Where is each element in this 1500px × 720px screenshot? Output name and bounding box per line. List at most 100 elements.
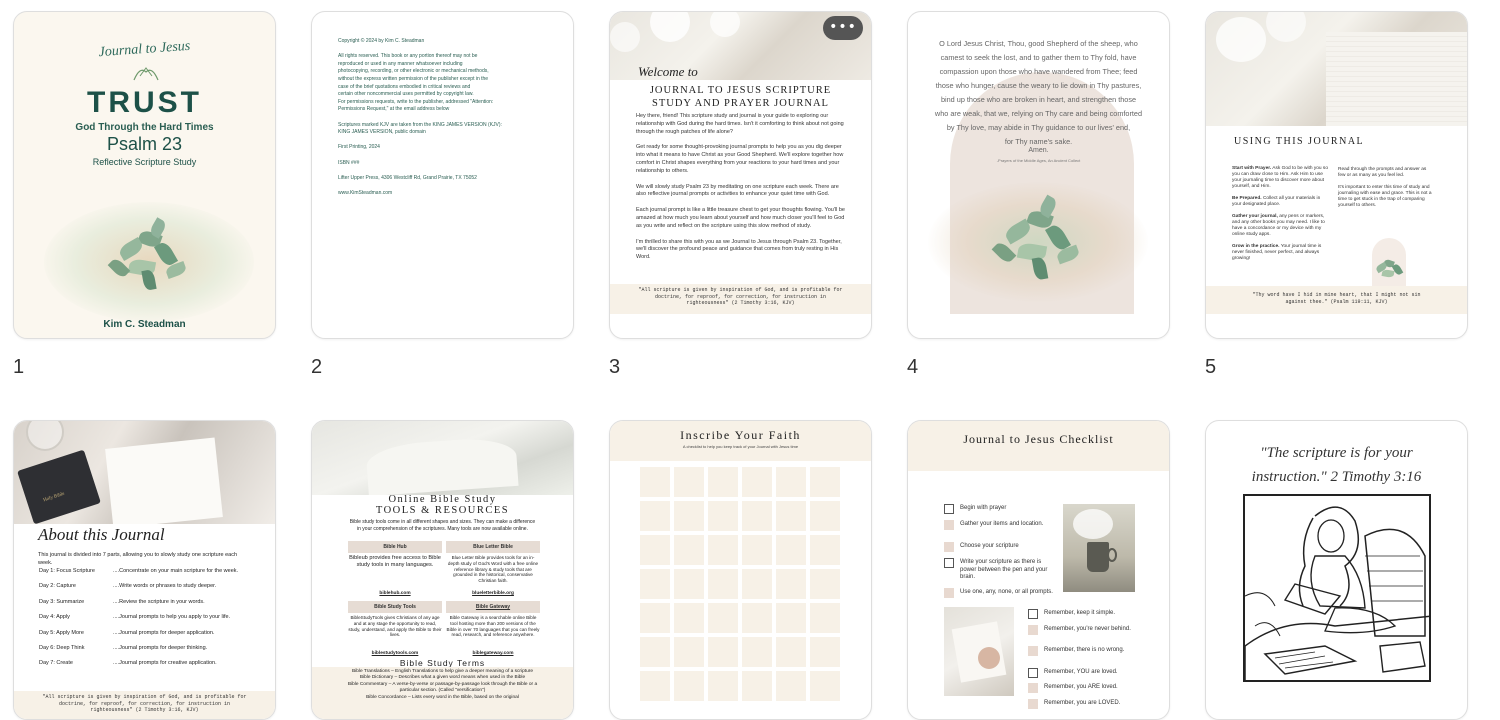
tracking-day-cell: [708, 501, 738, 531]
tool-header: Bible Hub: [348, 541, 442, 553]
using-item: Grow in the practice. Your journal time …: [1232, 244, 1330, 262]
tracking-day-cell: [708, 535, 738, 565]
checklist-item-label: Remember, you ARE loved.: [1044, 684, 1118, 690]
tracking-day-cell: [708, 569, 738, 599]
tracking-day-cell: [776, 501, 806, 531]
more-options-button[interactable]: •••: [823, 16, 863, 40]
checkbox[interactable]: [944, 558, 954, 568]
checkbox[interactable]: [944, 520, 954, 530]
copyright-line: First Printing, 2024: [338, 144, 380, 151]
checkbox[interactable]: [1028, 609, 1038, 619]
copyright-line: [338, 114, 553, 122]
journal-writing-photo: [944, 607, 1014, 696]
tracking-day-cell: [810, 535, 840, 565]
tracking-day-cell: [640, 501, 670, 531]
checkbox[interactable]: [1028, 667, 1038, 678]
checklist-item-label: Remember, you're never behind.: [1044, 625, 1131, 632]
tool-description: Blue Letter Bible provides tools for an …: [447, 555, 539, 584]
cover-psalm: Psalm 23: [106, 134, 183, 154]
page-thumbnail-6[interactable]: Holy Bible About this Journal This journ…: [13, 420, 276, 720]
term-item: Bible Concordance – Lists every word in …: [366, 694, 519, 700]
page-thumbnail-1[interactable]: Journal to Jesus TRUST God Through the H…: [13, 11, 276, 339]
page-thumbnail-9[interactable]: Journal to Jesus Checklist Begin with pr…: [907, 420, 1170, 720]
checkbox[interactable]: [1028, 698, 1038, 709]
prayer-line: compassion upon those who have wandered …: [939, 67, 1138, 76]
page-thumbnail-7[interactable]: Online Bible Study TOOLS & RESOURCES Bib…: [311, 420, 574, 720]
tracking-day-cell: [810, 671, 840, 701]
checkbox[interactable]: [944, 588, 954, 598]
checkbox[interactable]: [1028, 646, 1038, 656]
tracking-day-cell: [810, 569, 840, 599]
page-thumbnail-2[interactable]: Copyright © 2024 by Kim C. Steadman All r…: [311, 11, 574, 339]
checklist-item-label: Write your scripture as there is power b…: [960, 559, 1048, 580]
tool-link[interactable]: biblegateway.com: [446, 651, 540, 656]
tracking-day-cell: [742, 637, 772, 667]
day-label: Day 2: Capture: [39, 583, 76, 590]
day-row: Day 1: Focus Scripture ....Concentrate on…: [39, 568, 259, 583]
page-thumbnail-3[interactable]: ••• Welcome to JOURNAL TO JESUS SCRIPTUR…: [609, 11, 872, 339]
checklist-item-label: Gather your items and location.: [960, 521, 1044, 527]
day-row: Day 2: Capture ....Write words or phrases…: [39, 583, 259, 598]
woman-reading-line-art: [1245, 506, 1429, 680]
inscribe-subheading: A checklist to help you keep track of yo…: [682, 444, 799, 449]
day-desc: ....Concentrate on your main scripture f…: [113, 568, 239, 574]
page-thumbnail-10[interactable]: "The scripture is for your instruction."…: [1205, 420, 1468, 720]
day-label: Day 4: Apply: [39, 614, 70, 621]
checkbox[interactable]: [944, 504, 954, 514]
about-days-list: Day 1: Focus Scripture ....Concentrate on…: [39, 568, 259, 676]
tool-header: Bible Gateway: [446, 601, 540, 613]
page-thumbnail-4[interactable]: O Lord Jesus Christ, Thou, good Shepherd…: [907, 11, 1170, 339]
copyright-line: certain other noncommercial uses permitt…: [338, 91, 474, 98]
checkbox[interactable]: [944, 542, 954, 552]
tracking-day-cell: [742, 603, 772, 633]
checklist-item-label: Remember, there is no wrong.: [1044, 647, 1125, 653]
tracking-day-cell: [776, 535, 806, 565]
cover-subtitle: God Through the Hard Times: [75, 122, 214, 133]
tracking-day-cell: [708, 467, 738, 497]
tracking-day-cell: [640, 603, 670, 633]
copyright-line: [338, 46, 553, 54]
tracking-day-cell: [776, 671, 806, 701]
day-label: Day 1: Focus Scripture: [39, 568, 95, 574]
page-thumbnail-5[interactable]: USING THIS JOURNAL Start with Prayer. As…: [1205, 11, 1468, 339]
tool-link[interactable]: biblestudytools.com: [348, 651, 442, 656]
tool-link[interactable]: biblehub.com: [348, 591, 442, 596]
day-row: Day 5: Apply More ....Journal prompts for…: [39, 630, 259, 645]
day-row: Day 6: Deep Think ....Journal prompts for…: [39, 645, 259, 660]
tracking-day-cell: [742, 501, 772, 531]
checkbox[interactable]: [1028, 683, 1038, 693]
copyright-line: Scriptures marked KJV are taken from the…: [338, 121, 502, 128]
day-row: Day 4: Apply ....Journal prompts to help …: [39, 614, 259, 629]
tracking-day-cell: [674, 637, 704, 667]
term-item: Bible Commentary – A verse-by-verse or p…: [347, 681, 538, 694]
copyright-line: [338, 182, 553, 190]
copyright-line: For permissions requests, write to the p…: [338, 98, 494, 105]
using-item: Start with Prayer. Ask God to be with yo…: [1232, 166, 1330, 190]
using-item-bold: Gather your journal,: [1232, 214, 1278, 219]
eucalyptus-illustration: [1372, 252, 1412, 282]
checkbox[interactable]: [1028, 624, 1038, 635]
checklist-item-label: Remember, you are LOVED.: [1044, 699, 1121, 706]
checklist-item-label: Remember, keep it simple.: [1044, 610, 1116, 616]
terms-list: Bible Translations – English Translation…: [344, 669, 541, 701]
tracking-day-cell: [674, 467, 704, 497]
prayer-line: by Thy love, may abide in Thy guidance t…: [946, 123, 1131, 132]
page-thumbnail-8[interactable]: Inscribe Your Faith A checklist to help …: [609, 420, 872, 720]
welcome-footer-band: "All scripture is given by inspiration o…: [610, 284, 871, 314]
using-footer-quote: "Thy word have I hid in mine heart, that…: [1252, 292, 1421, 305]
cover-author: Kim C. Steadman: [103, 319, 186, 330]
welcome-footer-quote: "All scripture is given by inspiration o…: [638, 287, 843, 306]
about-heading: About this Journal: [38, 525, 165, 544]
tracking-day-cell: [674, 671, 704, 701]
welcome-script: Welcome to: [638, 64, 698, 79]
tracking-day-cell: [708, 637, 738, 667]
tracking-day-cell: [742, 535, 772, 565]
tool-link[interactable]: blueletterbible.org: [446, 591, 540, 596]
day-label: Day 3: Summarize: [39, 598, 85, 605]
prayer-amen: Amen.: [1028, 147, 1049, 154]
checklist-bottom: Remember, keep it simple. Remember, you'r…: [1028, 609, 1148, 709]
using-left-column: Start with Prayer. Ask God to be with yo…: [1232, 166, 1330, 268]
copyright-line: [338, 152, 553, 160]
using-item-bold: Be Prepared.: [1232, 196, 1262, 201]
day-label: Day 7: Create: [39, 660, 73, 667]
